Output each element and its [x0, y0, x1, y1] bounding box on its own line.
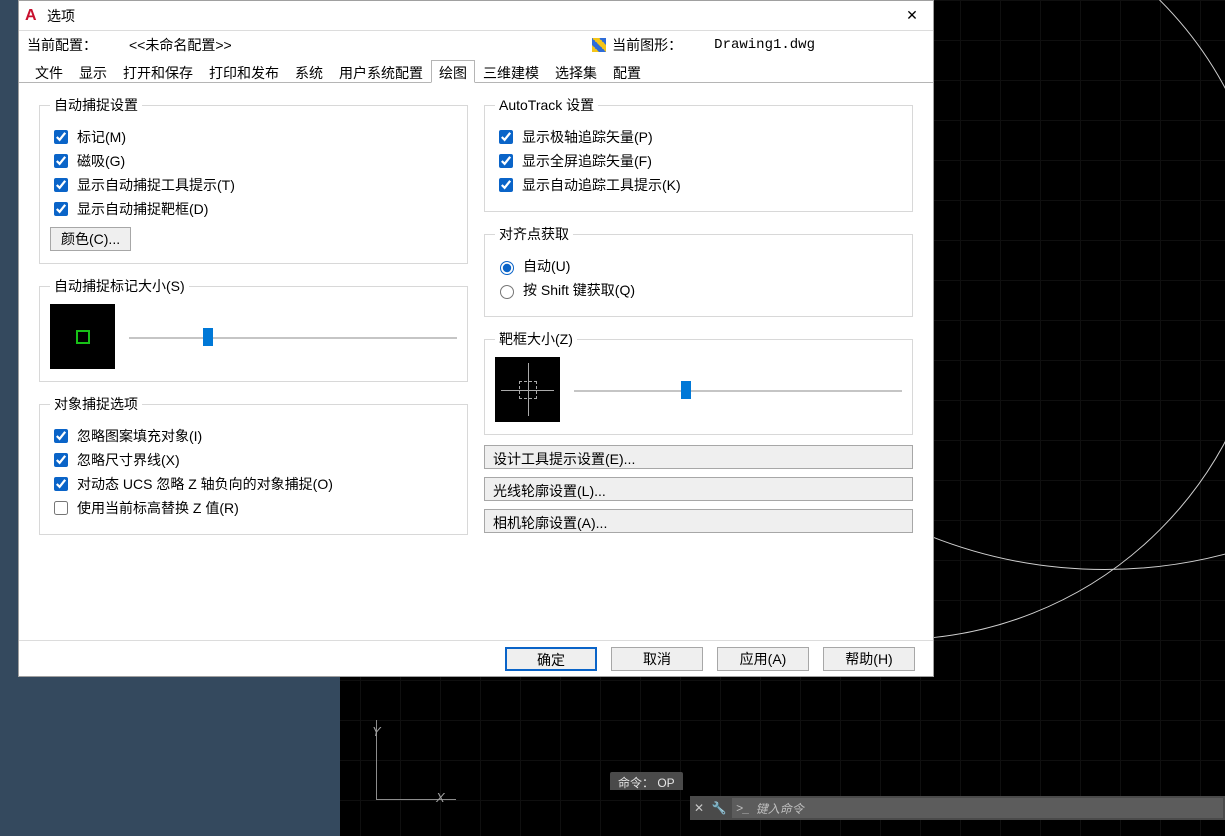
autosnap-aperture-checkbox[interactable]: [54, 202, 68, 216]
aperture-size-slider[interactable]: [574, 378, 902, 402]
drawing-icon: [592, 38, 606, 52]
autosnap-magnet-label: 磁吸(G): [77, 151, 125, 171]
current-config-value: <<未命名配置>>: [129, 35, 232, 55]
ignore-dim-ext-label: 忽略尺寸界线(X): [77, 450, 180, 470]
autosnap-magnet-checkbox[interactable]: [54, 154, 68, 168]
autotrack-legend: AutoTrack 设置: [495, 95, 598, 115]
autotrack-tooltip-label: 显示自动追踪工具提示(K): [522, 175, 681, 195]
aperture-preview: [495, 357, 560, 422]
autotrack-settings-group: AutoTrack 设置 显示极轴追踪矢量(P) 显示全屏追踪矢量(F) 显示自…: [484, 95, 913, 212]
autotrack-tooltip-checkbox[interactable]: [499, 178, 513, 192]
ok-button[interactable]: 确定: [505, 647, 597, 671]
ignore-hatch-checkbox[interactable]: [54, 429, 68, 443]
aperture-size-legend: 靶框大小(Z): [495, 329, 577, 349]
tab-selection[interactable]: 选择集: [547, 60, 605, 83]
square-icon: [76, 330, 90, 344]
options-dialog: A 选项 ✕ 当前配置： <<未命名配置>> 当前图形： Drawing1.dw…: [18, 0, 934, 677]
close-icon: ✕: [906, 7, 918, 24]
bottom-dock: [0, 676, 340, 836]
autosnap-marker-label: 标记(M): [77, 127, 126, 147]
tab-profiles[interactable]: 配置: [605, 60, 649, 83]
tab-strip: 文件 显示 打开和保存 打印和发布 系统 用户系统配置 绘图 三维建模 选择集 …: [19, 59, 933, 83]
osnap-legend: 对象捕捉选项: [50, 394, 142, 414]
autosnap-marker-checkbox[interactable]: [54, 130, 68, 144]
tab-3d-modeling[interactable]: 三维建模: [475, 60, 547, 83]
polar-tracking-label: 显示极轴追踪矢量(P): [522, 127, 653, 147]
command-input[interactable]: >_ 键入命令: [732, 798, 1223, 818]
align-auto-radio[interactable]: [500, 261, 514, 275]
left-column: 自动捕捉设置 标记(M) 磁吸(G) 显示自动捕捉工具提示(T) 显示自动捕捉靶…: [31, 89, 476, 634]
dialog-title: 选项: [47, 6, 897, 26]
osnap-options-group: 对象捕捉选项 忽略图案填充对象(I) 忽略尺寸界线(X) 对动态 UCS 忽略 …: [39, 394, 468, 535]
tab-open-save[interactable]: 打开和保存: [115, 60, 201, 83]
align-shift-label: 按 Shift 键获取(Q): [523, 280, 635, 300]
right-column: AutoTrack 设置 显示极轴追踪矢量(P) 显示全屏追踪矢量(F) 显示自…: [476, 89, 921, 634]
command-bar: ✕ 🔧 >_ 键入命令: [690, 796, 1225, 820]
close-button[interactable]: ✕: [897, 4, 927, 28]
aperture-size-group: 靶框大小(Z): [484, 329, 913, 435]
current-drawing-value: Drawing1.dwg: [714, 37, 815, 53]
close-icon[interactable]: ✕: [690, 801, 708, 815]
alignment-legend: 对齐点获取: [495, 224, 573, 244]
colors-button[interactable]: 颜色(C)...: [50, 227, 131, 251]
titlebar[interactable]: A 选项 ✕: [19, 1, 933, 31]
tab-drafting[interactable]: 绘图: [431, 60, 475, 83]
tab-file[interactable]: 文件: [27, 60, 71, 83]
design-tooltip-settings-button[interactable]: 设计工具提示设置(E)...: [484, 445, 913, 469]
current-config-label: 当前配置：: [27, 35, 97, 55]
autosnap-tooltip-label: 显示自动捕捉工具提示(T): [77, 175, 235, 195]
replace-z-elev-label: 使用当前标高替换 Z 值(R): [77, 498, 239, 518]
autosnap-tooltip-checkbox[interactable]: [54, 178, 68, 192]
command-placeholder: 键入命令: [756, 800, 804, 817]
app-icon: A: [25, 8, 41, 24]
marker-size-slider[interactable]: [129, 325, 457, 349]
align-shift-radio[interactable]: [500, 285, 514, 299]
cancel-button[interactable]: 取消: [611, 647, 703, 671]
light-glyph-settings-button[interactable]: 光线轮廓设置(L)...: [484, 477, 913, 501]
replace-z-elev-checkbox[interactable]: [54, 501, 68, 515]
autosnap-settings-group: 自动捕捉设置 标记(M) 磁吸(G) 显示自动捕捉工具提示(T) 显示自动捕捉靶…: [39, 95, 468, 264]
help-button[interactable]: 帮助(H): [823, 647, 915, 671]
autosnap-aperture-label: 显示自动捕捉靶框(D): [77, 199, 208, 219]
command-caret-icon: >_: [732, 801, 756, 815]
dialog-body: 自动捕捉设置 标记(M) 磁吸(G) 显示自动捕捉工具提示(T) 显示自动捕捉靶…: [19, 83, 933, 640]
marker-size-group: 自动捕捉标记大小(S): [39, 276, 468, 382]
tab-system[interactable]: 系统: [287, 60, 331, 83]
ucs-x-label: X: [436, 790, 445, 805]
marker-preview: [50, 304, 115, 369]
dialog-footer: 确定 取消 应用(A) 帮助(H): [19, 640, 933, 676]
ignore-neg-z-checkbox[interactable]: [54, 477, 68, 491]
alignment-point-group: 对齐点获取 自动(U) 按 Shift 键获取(Q): [484, 224, 913, 317]
autosnap-legend: 自动捕捉设置: [50, 95, 142, 115]
ignore-neg-z-label: 对动态 UCS 忽略 Z 轴负向的对象捕捉(O): [77, 474, 333, 494]
ignore-hatch-label: 忽略图案填充对象(I): [77, 426, 202, 446]
tab-print-publish[interactable]: 打印和发布: [201, 60, 287, 83]
camera-glyph-settings-button[interactable]: 相机轮廓设置(A)...: [484, 509, 913, 533]
align-auto-label: 自动(U): [523, 256, 570, 276]
wrench-icon[interactable]: 🔧: [708, 801, 730, 815]
polar-tracking-checkbox[interactable]: [499, 130, 513, 144]
ucs-y-label: Y: [372, 724, 381, 739]
current-drawing-label: 当前图形：: [612, 35, 682, 55]
tab-display[interactable]: 显示: [71, 60, 115, 83]
tab-user-prefs[interactable]: 用户系统配置: [331, 60, 431, 83]
marker-size-legend: 自动捕捉标记大小(S): [50, 276, 189, 296]
command-history-line: 命令： OP: [610, 772, 683, 790]
crosshair-icon: [519, 381, 537, 399]
apply-button[interactable]: 应用(A): [717, 647, 809, 671]
ignore-dim-ext-checkbox[interactable]: [54, 453, 68, 467]
header-row: 当前配置： <<未命名配置>> 当前图形： Drawing1.dwg: [19, 31, 933, 59]
fullscreen-tracking-checkbox[interactable]: [499, 154, 513, 168]
fullscreen-tracking-label: 显示全屏追踪矢量(F): [522, 151, 652, 171]
